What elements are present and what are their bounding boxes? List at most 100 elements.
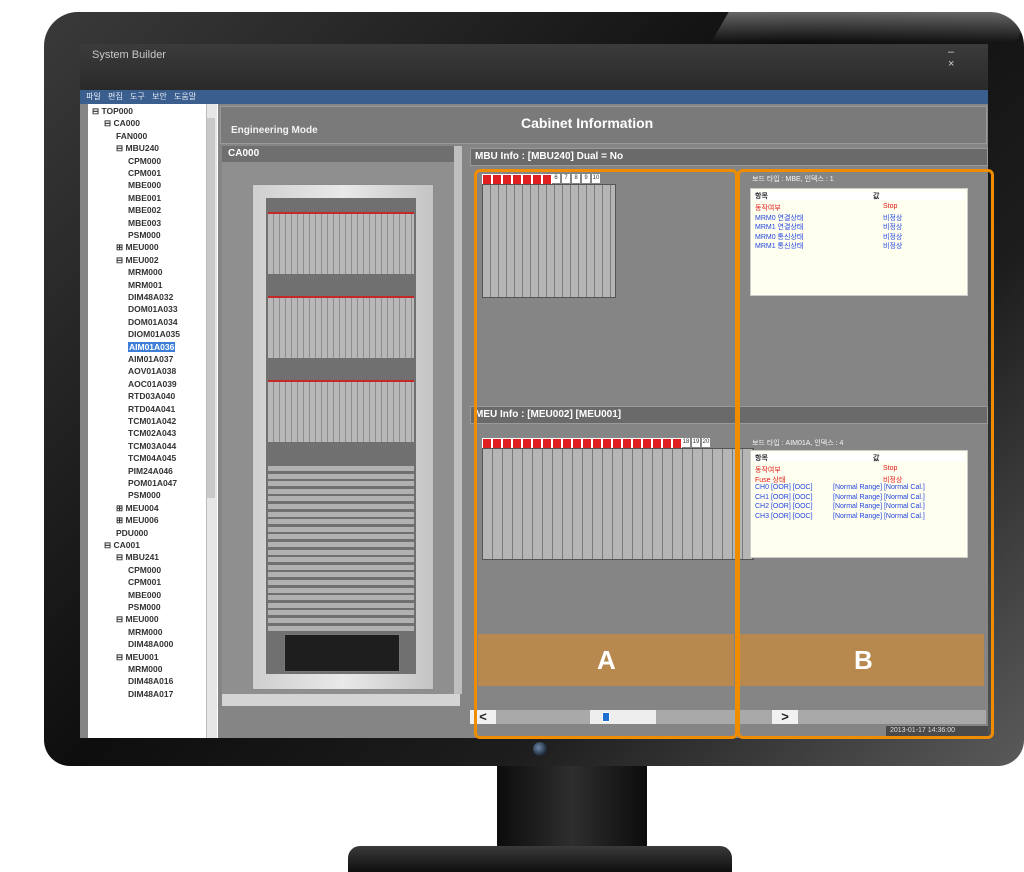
cabinet-hscrollbar[interactable] <box>222 694 460 706</box>
rack-blank-panel <box>268 473 414 479</box>
title-bar: System Builder – × <box>80 44 988 90</box>
mode-label: Engineering Mode <box>231 125 318 136</box>
tree-node[interactable]: MRM000 <box>128 627 162 637</box>
tree-node[interactable]: ⊟ TOP000 <box>92 106 133 116</box>
tree-node[interactable]: PIM24A046 <box>128 466 173 476</box>
tree-node[interactable]: CPM001 <box>128 577 161 587</box>
tree-node[interactable]: MBE001 <box>128 193 161 203</box>
tree-node[interactable]: ⊟ MBU241 <box>116 552 159 562</box>
tree-node[interactable]: DIM48A017 <box>128 689 173 699</box>
menu-file[interactable]: 파일 <box>86 91 101 102</box>
tree-node[interactable]: MRM000 <box>128 664 162 674</box>
tree-node[interactable]: DIOM01A035 <box>128 329 180 339</box>
cabinet-pane-scrollbar[interactable] <box>454 146 462 694</box>
tree-node[interactable]: MBE003 <box>128 218 161 228</box>
tree-node[interactable]: CPM000 <box>128 156 161 166</box>
tree-node[interactable]: ⊟ MBU240 <box>116 143 159 153</box>
tree-node[interactable]: PSM000 <box>128 230 161 240</box>
tree-node[interactable]: PSM000 <box>128 602 161 612</box>
rack-blank-panel <box>268 610 414 616</box>
tree-node[interactable]: CPM000 <box>128 565 161 575</box>
rack-blank-panel <box>268 481 414 487</box>
rack-blank-panel <box>268 580 414 585</box>
tree-node[interactable]: DOM01A033 <box>128 304 178 314</box>
tree-node[interactable]: TCM02A043 <box>128 428 176 438</box>
rack-blank-panel <box>268 511 414 517</box>
cabinet-rack-interior <box>266 198 416 674</box>
tree-node[interactable]: CPM001 <box>128 168 161 178</box>
rack-blank-panel <box>268 549 414 555</box>
rack-blank-panel <box>268 587 414 593</box>
tree-node[interactable]: AIM01A036 <box>128 341 176 352</box>
rack-blank-panel <box>268 466 414 471</box>
tree-node[interactable]: FAN000 <box>116 131 147 141</box>
tree-node[interactable]: ⊟ MEU002 <box>116 255 159 265</box>
monitor-stand-neck <box>497 766 647 846</box>
tree-node[interactable]: PSM000 <box>128 490 161 500</box>
tree-node[interactable]: RTD04A041 <box>128 404 175 414</box>
menu-edit[interactable]: 편집 <box>108 91 123 102</box>
tree-node[interactable]: DOM01A034 <box>128 317 178 327</box>
tree-node[interactable]: ⊟ CA000 <box>104 118 140 128</box>
monitor-gloss <box>711 12 1024 42</box>
region-a-frame <box>474 169 738 739</box>
rack-blank-panel <box>268 496 414 502</box>
rack-blank-panel <box>268 625 414 631</box>
window-title: System Builder <box>92 49 166 61</box>
mbu-info-text: MBU Info : [MBU240] Dual = No <box>475 151 624 162</box>
menu-bar: 파일 편집 도구 보안 도움말 <box>80 90 988 104</box>
tree-node[interactable]: DIM48A032 <box>128 292 173 302</box>
rack-blank-panel <box>268 564 414 570</box>
tree-node[interactable]: ⊞ MEU004 <box>116 503 159 513</box>
tree-node[interactable]: AOC01A039 <box>128 379 177 389</box>
rack-pdu[interactable] <box>284 634 400 672</box>
cabinet-name: CA000 <box>228 148 260 159</box>
tree-node[interactable]: MRM001 <box>128 280 162 290</box>
rack-blank-panel <box>268 534 414 540</box>
rack-blank-panel <box>268 595 414 601</box>
tree-node[interactable]: TCM04A045 <box>128 453 176 463</box>
rack-blank-panel <box>268 572 414 578</box>
tree-node[interactable]: RTD03A040 <box>128 391 175 401</box>
rack-blank-panel <box>268 618 414 623</box>
tree-node[interactable]: TCM01A042 <box>128 416 176 426</box>
rack-unit-meu[interactable] <box>268 296 414 358</box>
tree-scrollbar-thumb[interactable] <box>207 118 215 498</box>
rack-unit-mbu[interactable] <box>268 212 414 274</box>
tree-node[interactable]: AIM01A037 <box>128 354 173 364</box>
rack-blank-panel <box>268 557 414 563</box>
tree-node[interactable]: POM01A047 <box>128 478 177 488</box>
tree-node[interactable]: ⊞ MEU006 <box>116 515 159 525</box>
content-header: Engineering Mode Cabinet Information <box>220 106 987 144</box>
tree-node[interactable]: TCM03A044 <box>128 441 176 451</box>
menu-security[interactable]: 보안 <box>152 91 167 102</box>
rack-blank-panel <box>268 602 414 608</box>
window-controls[interactable]: – × <box>948 46 988 70</box>
tree-node[interactable]: ⊟ MEU000 <box>116 614 159 624</box>
monitor-stand-base <box>348 846 732 872</box>
menu-help[interactable]: 도움말 <box>174 91 196 102</box>
tree-node[interactable]: MRM000 <box>128 267 162 277</box>
tree-node[interactable]: MBE000 <box>128 590 161 600</box>
region-b-frame <box>737 169 994 739</box>
tree-view[interactable]: ⊟ TOP000 ⊟ CA000 FAN000 ⊟ MBU240 CPM000 CPM00… <box>88 104 218 738</box>
tree-node[interactable]: MBE000 <box>128 180 161 190</box>
rack-blank-panel <box>268 526 414 532</box>
tree-node[interactable]: MBE002 <box>128 205 161 215</box>
tree-node[interactable]: ⊟ CA001 <box>104 540 140 550</box>
menu-tools[interactable]: 도구 <box>130 91 145 102</box>
rack-blank-panel <box>268 488 414 494</box>
rack-blank-panel <box>268 504 414 509</box>
rack-unit-meu[interactable] <box>268 380 414 442</box>
tree-node[interactable]: ⊞ MEU000 <box>116 242 159 252</box>
tree-node[interactable]: AOV01A038 <box>128 366 176 376</box>
tree-node[interactable]: DIM48A000 <box>128 639 173 649</box>
page-title: Cabinet Information <box>521 115 654 131</box>
tree-node[interactable]: DIM48A016 <box>128 676 173 686</box>
rack-blank-panel <box>268 519 414 525</box>
rack-blank-panel <box>268 542 414 547</box>
tree-node[interactable]: PDU000 <box>116 528 148 538</box>
tree-node[interactable]: ⊟ MEU001 <box>116 652 159 662</box>
cabinet-pane-header: CA000 <box>222 146 460 162</box>
monitor-power-indicator <box>533 742 547 756</box>
